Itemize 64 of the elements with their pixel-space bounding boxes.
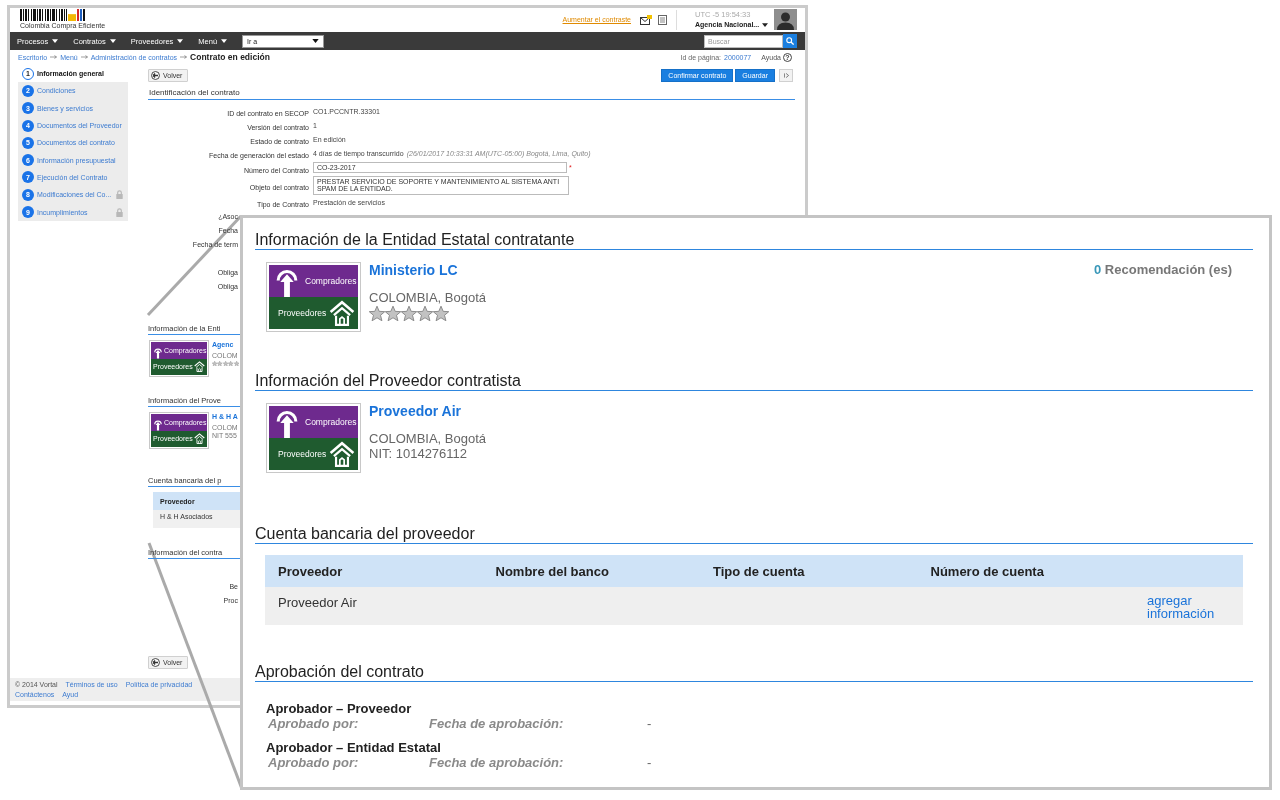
star-icon [417, 306, 433, 321]
house-icon [194, 361, 205, 373]
location-text: COLOMBIA, Bogotá [369, 290, 487, 305]
recommendation-count: 0 Recomendación (es) [1094, 262, 1232, 278]
supplier-detail-text: COLOMBIA, Bogotá [369, 431, 487, 446]
section-title: Aprobación del contrato [255, 663, 1253, 682]
mail-icon[interactable] [640, 14, 652, 25]
person-arrow-icon [154, 419, 162, 431]
approved-by-label: Aprobado por: [268, 755, 359, 770]
arrow-right-icon [80, 55, 88, 59]
approved-by-label: Aprobado por: [268, 716, 359, 731]
column-header: Número de cuenta [930, 564, 1044, 579]
column-header: Tipo de cuenta [713, 564, 805, 579]
add-info-link[interactable]: agregar información [1147, 594, 1243, 620]
logo-buyer-label: Compradores [305, 417, 357, 427]
logo-supplier-label: Proveedores [278, 449, 327, 459]
search-button[interactable] [783, 34, 797, 48]
avatar-icon[interactable] [774, 9, 797, 30]
approval-date-label: Fecha de aprobación: [429, 755, 564, 770]
chevron-right-icon [783, 72, 789, 78]
caret-icon [221, 39, 228, 43]
star-icon [385, 306, 401, 321]
table-cell: Proveedor Air [278, 595, 357, 610]
house-icon [194, 433, 205, 445]
house-icon [329, 300, 355, 326]
document-icon[interactable] [658, 14, 667, 25]
approver-title: Aprobador – Entidad Estatal [266, 741, 441, 755]
star-icon [401, 306, 417, 321]
person-arrow-icon [154, 347, 162, 359]
person-arrow-icon [276, 411, 298, 438]
column-header: Proveedor [278, 564, 343, 579]
caret-icon [52, 39, 59, 43]
caret-icon [109, 39, 116, 43]
approval-date-value: - [647, 716, 652, 731]
supplier-name-link[interactable]: Proveedor Air [369, 403, 462, 419]
lock-icon [116, 207, 123, 217]
supplier-detail-text: NIT: 1014276112 [369, 446, 468, 461]
caret-icon [762, 22, 769, 27]
page-title: Contrato en edición [190, 52, 270, 62]
caret-icon [177, 39, 184, 43]
section-title: Información del Proveedor contratista [255, 372, 1253, 391]
entity-name-link[interactable]: Ministerio LC [369, 262, 458, 278]
arrow-right-icon [50, 55, 58, 59]
star-icon [369, 306, 385, 321]
lock-icon [116, 190, 123, 200]
house-icon [329, 441, 355, 467]
approval-date-label: Fecha de aprobación: [429, 716, 564, 731]
barcode-logo [20, 9, 85, 21]
approver-title: Aprobador – Proveedor [266, 702, 412, 716]
back-arrow-icon [151, 658, 160, 667]
section-title: Información de la Entidad Estatal contratante [255, 231, 1253, 250]
back-arrow-icon [151, 70, 160, 80]
caret-icon [312, 39, 320, 43]
star-icon [433, 306, 449, 321]
section-title: Identificación del contrato [148, 87, 795, 100]
column-header: Nombre del banco [495, 564, 609, 579]
approval-date-value: - [647, 755, 652, 770]
more-button[interactable] [779, 68, 793, 82]
arrow-right-icon [180, 55, 188, 59]
search-icon [786, 37, 794, 45]
section-title: Cuenta bancaria del proveedor [255, 525, 1253, 544]
logo-buyer-label: Compradores [305, 276, 357, 286]
logo-supplier-label: Proveedores [278, 308, 327, 318]
person-arrow-icon [276, 270, 298, 297]
